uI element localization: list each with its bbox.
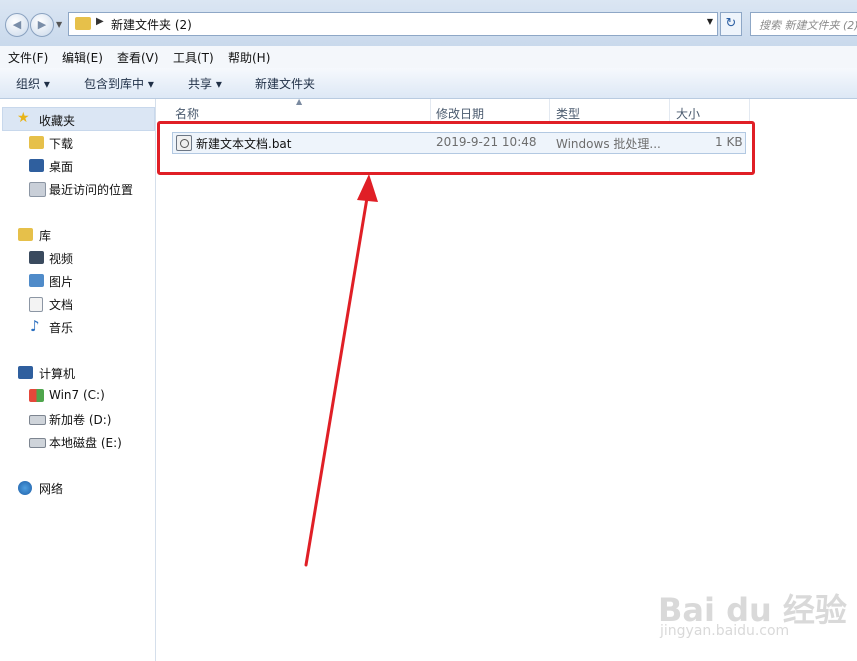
baidu-watermark-url: jingyan.baidu.com [660, 623, 790, 639]
annotation-arrow [304, 174, 378, 567]
